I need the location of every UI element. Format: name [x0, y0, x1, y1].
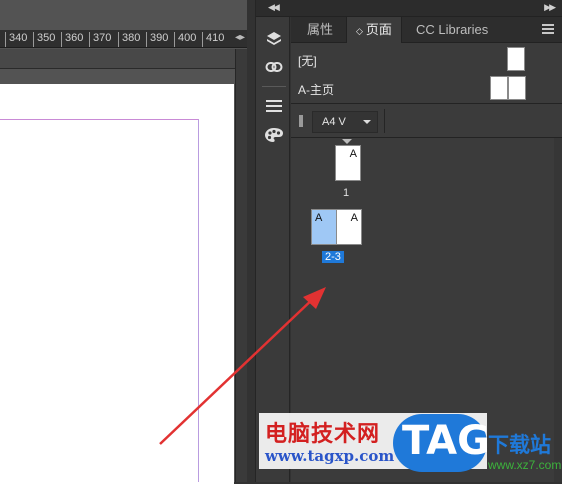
- master-label: A-主页: [298, 83, 335, 97]
- master-none[interactable]: [无]: [291, 46, 562, 73]
- current-page-marker-icon: [342, 139, 352, 144]
- panel-tabs: 属性 ◇ 页面 CC Libraries: [291, 17, 562, 43]
- panel-menu-icon[interactable]: [542, 24, 554, 36]
- watermark-url: www.tagxp.com: [265, 447, 395, 465]
- page-thumbnail[interactable]: A: [335, 145, 361, 181]
- ruler-tick: 350: [33, 32, 55, 47]
- horizontal-ruler[interactable]: 340 350 360 370 380 390 400 410 ◂▸: [0, 30, 247, 48]
- watermark-download: 下载站: [488, 433, 551, 457]
- selected-spread-number: 2-3: [322, 251, 344, 263]
- icon-strip-header: ◀◀: [256, 0, 291, 17]
- panel-divider: [291, 103, 562, 104]
- vertical-scrollbar[interactable]: [235, 49, 247, 482]
- page-thumbnail-left[interactable]: A: [311, 209, 337, 245]
- ruler-tick: 400: [174, 32, 196, 47]
- chevron-down-icon: [363, 120, 371, 124]
- page-number: 1: [343, 187, 350, 199]
- ruler-tick: 390: [146, 32, 168, 47]
- tab-label: 页面: [365, 22, 392, 37]
- master-thumbnail-left[interactable]: [490, 76, 508, 100]
- page-master-letter: A: [315, 212, 323, 224]
- master-a[interactable]: A-主页: [291, 75, 562, 102]
- canvas-top-strip: [0, 49, 235, 69]
- grip-icon[interactable]: [299, 115, 303, 127]
- ruler-tick: 360: [61, 32, 83, 47]
- master-thumbnail[interactable]: [507, 47, 525, 71]
- tab-arrow-icon: ◇: [356, 26, 363, 36]
- master-thumbnail-right[interactable]: [508, 76, 526, 100]
- collapse-right-icon[interactable]: ▶▶: [544, 2, 556, 13]
- pages-panel: ▶▶ 属性 ◇ 页面 CC Libraries [无] A-主页 A4 V A 1: [291, 0, 562, 482]
- page-margin-guide: [0, 119, 199, 482]
- links-icon[interactable]: [262, 55, 286, 79]
- document-canvas[interactable]: 340 350 360 370 380 390 400 410 ◂▸: [0, 0, 247, 484]
- layers-icon[interactable]: [262, 27, 286, 51]
- panel-icon-strip: ◀◀: [255, 0, 291, 482]
- page-size-value: A4 V: [322, 116, 346, 128]
- tab-label: CC Libraries: [416, 22, 489, 37]
- tab-cc-libraries[interactable]: CC Libraries: [407, 17, 497, 43]
- ruler-tick: 410: [202, 32, 224, 47]
- page-size-row: A4 V: [291, 105, 562, 137]
- page-master-letter: A: [350, 212, 358, 224]
- tab-label: 属性: [307, 22, 334, 37]
- page-master-letter: A: [349, 148, 357, 160]
- master-label: [无]: [298, 54, 317, 68]
- watermark-title: 电脑技术网: [265, 422, 381, 447]
- ruler-tick: 370: [89, 32, 111, 47]
- ruler-tick: 380: [118, 32, 140, 47]
- ruler-tick: 340: [5, 32, 27, 47]
- ruler-scroll-icon[interactable]: ◂▸: [235, 32, 245, 43]
- stroke-icon[interactable]: [262, 94, 286, 118]
- panel-header: ▶▶: [291, 0, 562, 17]
- page-size-select[interactable]: A4 V: [312, 111, 378, 133]
- watermark-site: www.xz7.com: [488, 458, 562, 472]
- strip-divider: [262, 86, 286, 87]
- collapse-left-icon[interactable]: ◀◀: [268, 2, 280, 13]
- watermark: 电脑技术网 www.tagxp.com TAG 下载站 www.xz7.com: [259, 413, 562, 482]
- swatches-icon[interactable]: [262, 123, 286, 147]
- toolbar-divider: [384, 109, 385, 133]
- tab-properties[interactable]: 属性: [298, 17, 342, 43]
- tab-pages[interactable]: ◇ 页面: [346, 17, 402, 43]
- panel-divider: [291, 137, 562, 138]
- page-thumbnail-right[interactable]: A: [336, 209, 362, 245]
- watermark-logo-text: TAG: [402, 418, 490, 464]
- watermark-logo: TAG: [393, 414, 490, 472]
